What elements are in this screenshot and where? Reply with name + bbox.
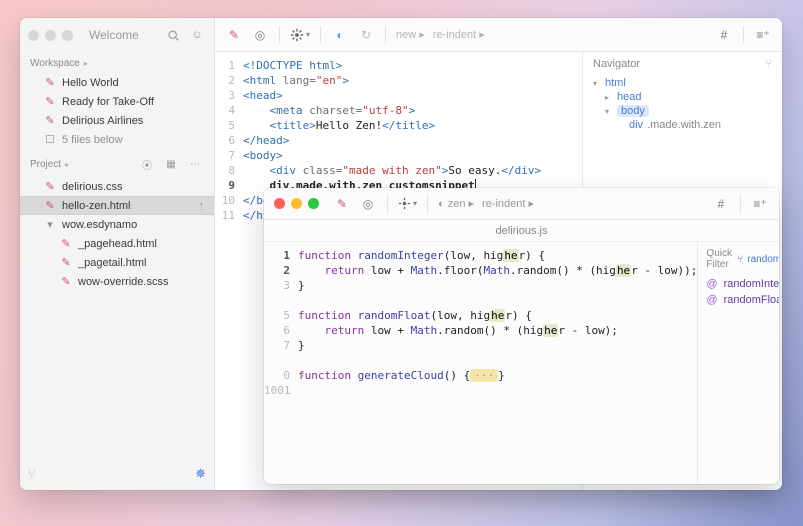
nav-node[interactable]: ▸head [593, 90, 772, 104]
nav-node[interactable]: ▾html [593, 76, 772, 90]
min-dot[interactable] [45, 30, 56, 41]
html-file-icon: ✎ [60, 238, 72, 250]
chevron-right-icon: ▸ [84, 59, 88, 68]
pin-icon: ✎ [44, 96, 56, 108]
pin-icon: ✎ [44, 77, 56, 89]
project-folder[interactable]: ▾wow.esdynamo [20, 215, 214, 234]
nav-node-selected[interactable]: ▾body [593, 104, 772, 118]
navigator-header: Navigator ⑂ [593, 58, 772, 70]
stack-icon: ☐ [44, 134, 56, 146]
toolbar: ✎ ◎ ▾ ◐ ↻ new ▸ re-indent ▸ # ≡⁺ [215, 18, 782, 52]
css-file-icon: ✎ [44, 181, 56, 193]
traffic-lights [274, 198, 319, 209]
triangle-icon: ▾ [593, 79, 601, 88]
breadcrumb[interactable]: re-indent ▸ [482, 197, 534, 210]
workspace-item[interactable]: ✎Ready for Take-Off [20, 92, 214, 111]
max-dot[interactable] [62, 30, 73, 41]
breadcrumb[interactable]: ◐ zen ▸ [438, 197, 474, 210]
filter-icon[interactable]: ⑂ [765, 58, 772, 70]
workspace-header[interactable]: Workspace▸ [20, 52, 214, 73]
gutter: 1234567891011 [215, 58, 243, 490]
html-file-icon: ✎ [44, 200, 56, 212]
compass-icon[interactable]: ✎ [225, 26, 243, 44]
quick-filter-header: Quick Filter ⑂ random ⓧ [706, 248, 779, 270]
hash-icon[interactable]: # [715, 26, 733, 44]
more-icon[interactable]: ⋯ [186, 155, 204, 173]
project-item[interactable]: ✎_pagehead.html [20, 234, 214, 253]
at-icon: @ [706, 294, 717, 306]
close-dot[interactable] [274, 198, 285, 209]
triangle-icon: ▾ [605, 107, 613, 116]
sidebar-footer: ⑂ ✵ [20, 458, 214, 490]
project-header[interactable]: Project▸ ⦿ ▦ ⋯ [20, 149, 214, 177]
target-icon[interactable]: ◎ [251, 26, 269, 44]
project-item[interactable]: ✎wow-override.scss [20, 272, 214, 291]
folder-icon: ▾ [44, 219, 56, 231]
breadcrumb[interactable]: new ▸ [396, 28, 425, 41]
gutter: 1 2 3 5 6 7 0 1001 [264, 248, 298, 484]
compass-icon[interactable]: ✎ [333, 195, 351, 213]
at-icon: @ [706, 278, 717, 290]
window-title: Welcome [89, 28, 158, 42]
workspace-item[interactable]: ✎Delirious Airlines [20, 111, 214, 130]
sidebar: Welcome ☺ Workspace▸ ✎Hello World ✎Ready… [20, 18, 215, 490]
toolbar: ✎ ◎ ▾ ◐ zen ▸ re-indent ▸ # ≡⁺ [264, 188, 779, 220]
symbol-item[interactable]: @randomFloat [706, 292, 779, 308]
max-dot[interactable] [308, 198, 319, 209]
target-icon[interactable]: ◎ [359, 195, 377, 213]
face-icon[interactable]: ☺ [188, 26, 206, 44]
code-area[interactable]: 1 2 3 5 6 7 0 1001 function randomIntege… [264, 242, 697, 484]
gear-icon[interactable]: ▾ [398, 195, 417, 213]
filter-icon[interactable]: ⑂ [737, 254, 743, 265]
fold-triangle-icon[interactable]: ▸ [300, 368, 305, 383]
gear-icon[interactable]: ▾ [290, 26, 310, 44]
fold-badge[interactable]: ··· [470, 369, 498, 382]
quick-filter-panel: Quick Filter ⑂ random ⓧ @randomInteger @… [697, 242, 779, 484]
reveal-icon[interactable]: ⦿ [138, 155, 156, 173]
workspace-item[interactable]: ✎Hello World [20, 73, 214, 92]
filter-icon[interactable]: ⑂ [28, 466, 36, 482]
min-dot[interactable] [291, 198, 302, 209]
secondary-window: ✎ ◎ ▾ ◐ zen ▸ re-indent ▸ # ≡⁺ delirious… [264, 188, 779, 484]
search-icon[interactable] [164, 26, 182, 44]
hash-icon[interactable]: # [712, 195, 730, 213]
project-item[interactable]: ✎delirious.css [20, 177, 214, 196]
file-tab[interactable]: delirious.js [496, 225, 548, 237]
refresh-icon[interactable]: ↻ [357, 26, 375, 44]
close-dot[interactable] [28, 30, 39, 41]
workspace-more[interactable]: ☐5 files below [20, 130, 214, 149]
css-file-icon: ✎ [60, 276, 72, 288]
symbol-item[interactable]: @randomInteger [706, 276, 779, 292]
code-lines[interactable]: function randomInteger(low, higher) { re… [298, 248, 697, 484]
triangle-icon: ▸ [605, 93, 613, 102]
breadcrumb[interactable]: re-indent ▸ [433, 28, 485, 41]
star-icon[interactable]: ✵ [195, 466, 206, 482]
titlebar: Welcome ☺ [20, 18, 214, 52]
nav-node[interactable]: div.made.with.zen [593, 118, 772, 132]
tab-bar: delirious.js [264, 220, 779, 242]
settings-icon[interactable]: ≡⁺ [751, 195, 769, 213]
globe-icon[interactable]: ◐ [331, 26, 349, 44]
html-file-icon: ✎ [60, 257, 72, 269]
pin-icon: ✎ [44, 115, 56, 127]
project-item[interactable]: ✎_pagetail.html [20, 253, 214, 272]
upload-icon: ↑ [199, 200, 205, 212]
project-item-selected[interactable]: ✎hello-zen.html↑ [20, 196, 214, 215]
chevron-right-icon: ▸ [65, 160, 69, 169]
settings-icon[interactable]: ≡⁺ [754, 26, 772, 44]
traffic-lights [28, 30, 73, 41]
grid-icon[interactable]: ▦ [162, 155, 180, 173]
editor-body: 1 2 3 5 6 7 0 1001 function randomIntege… [264, 242, 779, 484]
